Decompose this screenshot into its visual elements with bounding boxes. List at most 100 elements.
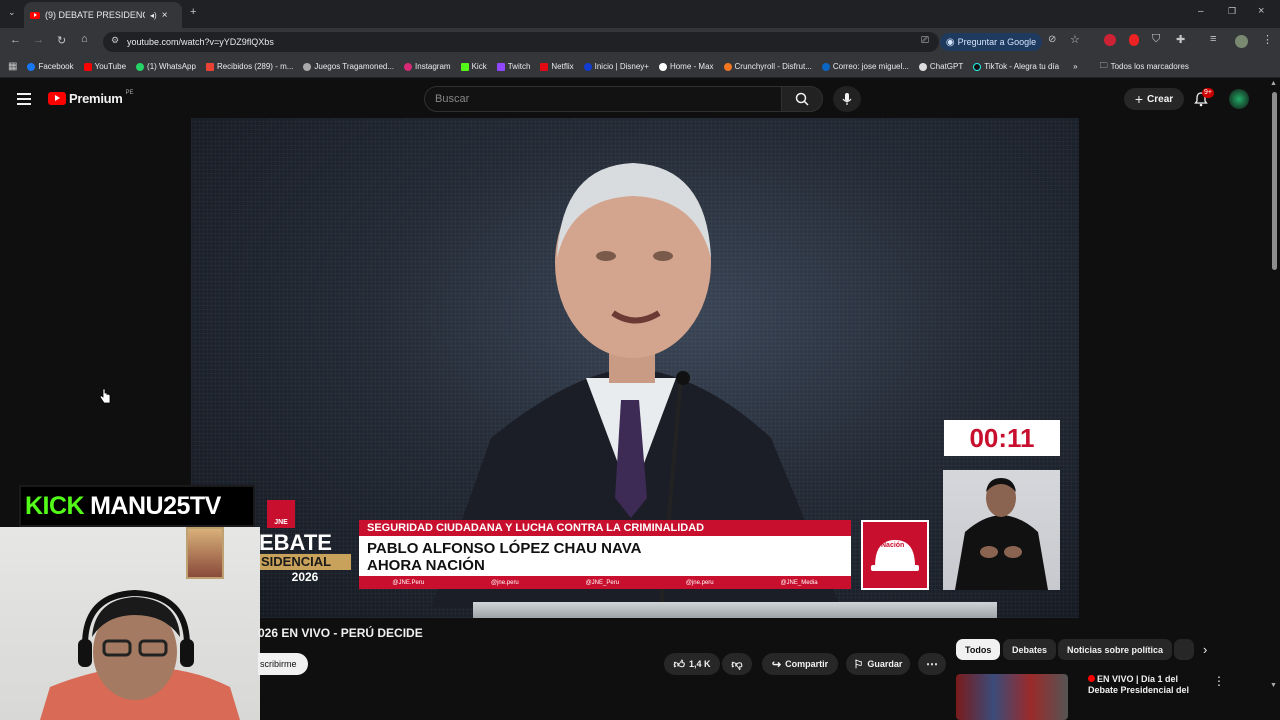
hand-cursor-icon [99,388,111,404]
save-button[interactable]: ⚐ Guardar [846,653,910,675]
bookmark-star-icon[interactable]: ☆ [1070,33,1080,46]
incognito-eye-icon[interactable]: ⊘ [1048,34,1056,45]
interpreter-figure [955,478,1048,590]
account-avatar[interactable] [1229,89,1249,109]
bookmark-instagram[interactable]: Instagram [404,62,451,71]
bookmarks-bar: ▦ Facebook YouTube (1) WhatsApp Recibido… [0,56,1280,78]
share-button[interactable]: ↪ Compartir [762,653,838,675]
extensions-puzzle-icon[interactable]: ✚ [1176,33,1185,46]
dislike-button[interactable]: 👎︎ [722,653,752,675]
dollar-icon [303,62,312,71]
bookmark-max[interactable]: Home - Max [658,62,714,71]
bookmark-gmail[interactable]: Recibidos (289) - m... [205,62,293,71]
extension-icon[interactable] [1104,34,1116,46]
search-icon [795,92,809,106]
new-tab-icon[interactable]: + [190,6,196,18]
debate-logo: JNE EBATE SIDENCIAL 2026 [259,500,351,596]
scroll-up-icon[interactable]: ▲ [1270,80,1277,87]
shield-icon[interactable]: ⛉ [1152,33,1160,46]
site-info-icon[interactable]: ⚙ [111,35,119,46]
streamer-figure [40,589,240,720]
bookmark-twitch[interactable]: Twitch [496,62,530,71]
all-bookmarks-folder[interactable]: 🗀 Todos los marcadores [1100,60,1189,74]
restore-icon[interactable]: ❐ [1228,6,1236,17]
create-button[interactable]: + Crear [1124,88,1184,110]
chip-debates[interactable]: Debates [1003,639,1057,660]
browser-tab[interactable]: (9) DEBATE PRESIDENCIAL ◂) × [24,2,182,28]
forward-icon[interactable]: → [33,34,44,46]
youtube-favicon-icon [30,11,40,19]
bookmark-whatsapp[interactable]: (1) WhatsApp [136,62,196,71]
address-bar[interactable]: ⚙ youtube.com/watch?v=yYDZ9flQXbs ⎚ [103,32,939,52]
chrome-menu-icon[interactable]: ⋮ [1262,33,1273,46]
max-icon [658,62,667,71]
bookmark-disney[interactable]: Inicio | Disney+ [583,62,649,71]
notification-badge: 9+ [1202,88,1214,98]
ask-google-button[interactable]: ◉ Preguntar a Google [940,33,1042,51]
bookmark-correo[interactable]: Correo: jose miguel... [821,62,909,71]
chatgpt-icon [918,62,927,71]
chip-noticias[interactable]: Noticias sobre política [1058,639,1173,660]
sign-language-interpreter [943,470,1060,590]
more-actions-button[interactable]: ⋯ [918,653,946,675]
audio-icon[interactable]: ◂) [150,11,157,20]
podium-edge [473,602,997,618]
recommended-thumbnail[interactable] [956,674,1068,720]
kick-channel-banner: KICK MANU25TV [19,485,255,527]
tab-search-icon[interactable]: ⌄ [8,7,16,18]
install-icon[interactable]: ⎚ [921,35,929,46]
bookmark-tiktok[interactable]: TikTok - Alegra tu día [973,62,1059,71]
search-input[interactable]: Buscar [424,86,782,112]
bookmark-chatgpt[interactable]: ChatGPT [918,62,963,71]
search-button[interactable] [781,86,823,112]
social-handles-bar: @JNE.Peru @jne.peru @JNE_Peru @jne.peru … [359,576,851,589]
tiktok-handle: @jne.peru [685,579,714,586]
bookmark-crunchyroll[interactable]: Crunchyroll - Disfrut... [723,62,812,71]
like-button[interactable]: 👍︎ 1,4 K [664,653,720,675]
bookmark-juegos[interactable]: Juegos Tragamoned... [303,62,394,71]
thumbs-up-icon: 👍︎ [673,658,685,671]
youtube-icon [83,62,92,71]
more-bookmarks-icon[interactable]: » [1073,62,1077,71]
kick-icon [460,62,469,71]
hamburger-menu-icon[interactable] [17,93,31,105]
streamer-webcam [0,527,260,720]
home-icon[interactable]: ⌂ [81,33,88,45]
google-lens-icon: ◉ [945,36,955,48]
bookmark-netflix[interactable]: Netflix [540,62,574,71]
scroll-down-icon[interactable]: ▼ [1270,682,1277,689]
segment-title-bar: SEGURIDAD CIUDADANA Y LUCHA CONTRA LA CR… [359,520,851,536]
reading-list-icon[interactable]: ≡ [1210,33,1216,45]
close-window-icon[interactable]: × [1258,5,1264,17]
recommended-menu-icon[interactable]: ⋮ [1213,674,1225,688]
bookmark-kick[interactable]: Kick [460,62,487,71]
subscribe-button[interactable]: scribirme [258,653,308,675]
video-title: 026 EN VIVO - PERÚ DECIDE [258,626,423,640]
browser-tabstrip: ⌄ (9) DEBATE PRESIDENCIAL ◂) × + – ❐ × [0,0,1280,28]
profile-avatar-icon[interactable] [1235,35,1248,48]
chip-todos[interactable]: Todos [956,639,1001,660]
youtube-premium-logo[interactable]: Premium PE [48,90,134,106]
disney-icon [583,62,592,71]
facebook-icon [27,62,36,71]
bookmark-youtube[interactable]: YouTube [83,62,126,71]
whatsapp-icon [136,62,145,71]
bookmark-facebook[interactable]: Facebook [27,62,74,71]
thumbs-down-icon: 👎︎ [731,658,743,671]
scrollbar-thumb[interactable] [1272,92,1277,270]
apps-grid-icon[interactable]: ▦ [8,61,17,72]
back-icon[interactable]: ← [10,34,21,46]
extension-red-icon[interactable] [1129,34,1139,46]
bookmark-icon: ⚐ [853,658,864,671]
minimize-icon[interactable]: – [1198,6,1204,17]
video-player[interactable]: JNE EBATE SIDENCIAL 2026 SEGURIDAD CIUDA… [191,118,1079,618]
speaking-timer: 00:11 [944,420,1060,456]
close-tab-icon[interactable]: × [162,10,168,21]
recommended-title[interactable]: EN VIVO | Día 1 del Debate Presidencial … [1088,674,1208,696]
voice-search-button[interactable] [833,86,861,112]
chevron-right-icon[interactable]: › [1203,642,1207,657]
religious-picture [186,527,224,579]
notifications-button[interactable]: 9+ [1193,88,1214,112]
chip-partial[interactable] [1174,639,1194,660]
reload-icon[interactable]: ↻ [57,34,66,47]
